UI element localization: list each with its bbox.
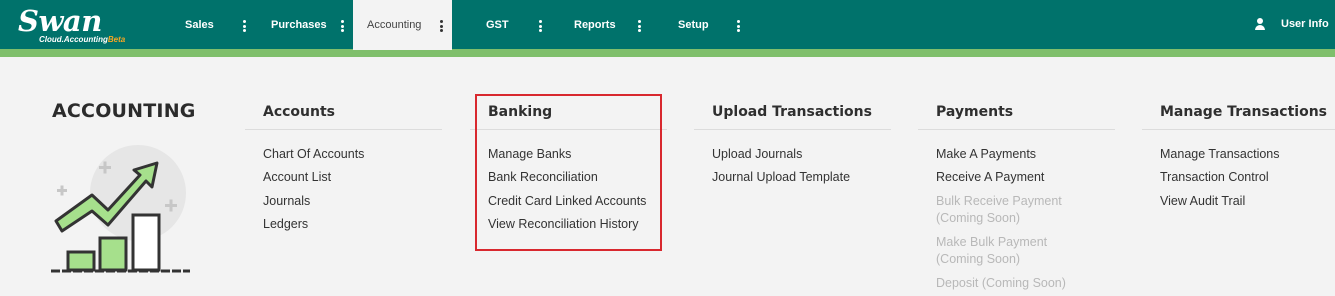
link-make-a-payments[interactable]: Make A Payments <box>936 143 1115 166</box>
link-ledgers[interactable]: Ledgers <box>263 213 442 236</box>
user-info-label: User Info <box>1281 18 1329 30</box>
link-upload-journals[interactable]: Upload Journals <box>712 143 891 166</box>
logo-wordmark: Swan <box>18 4 102 38</box>
menu-upload-transactions: Upload Transactions Upload Journals Jour… <box>694 100 891 190</box>
nav-accounting-label: Accounting <box>367 19 422 31</box>
link-make-bulk-payment-disabled: Make Bulk Payment (Coming Soon) <box>936 234 1048 267</box>
manage-transactions-header: Manage Transactions <box>1142 100 1335 130</box>
menu-payments: Payments Make A Payments Receive A Payme… <box>918 100 1115 296</box>
swan-logo[interactable]: Swan Cloud.AccountingBeta <box>10 4 130 46</box>
menu-accounts: Accounts Chart Of Accounts Account List … <box>245 100 442 236</box>
kebab-menu-icon[interactable] <box>735 20 741 32</box>
page-title: ACCOUNTING <box>52 100 196 122</box>
link-manage-transactions[interactable]: Manage Transactions <box>1160 143 1335 166</box>
link-chart-of-accounts[interactable]: Chart Of Accounts <box>263 143 442 166</box>
link-journals[interactable]: Journals <box>263 190 442 213</box>
kebab-menu-icon[interactable] <box>438 20 444 32</box>
nav-setup-label: Setup <box>678 19 709 31</box>
user-info-menu[interactable]: User Info <box>1254 18 1329 30</box>
logo-tagline: Cloud.AccountingBeta <box>39 35 126 44</box>
banking-highlight-box <box>475 94 662 251</box>
nav-sales[interactable]: Sales <box>185 0 214 50</box>
nav-reports-label: Reports <box>574 19 616 31</box>
nav-setup[interactable]: Setup <box>678 0 709 50</box>
menu-manage-transactions: Manage Transactions Manage Transactions … <box>1142 100 1335 213</box>
nav-gst-label: GST <box>486 19 509 31</box>
link-account-list[interactable]: Account List <box>263 166 442 189</box>
payments-header: Payments <box>918 100 1115 130</box>
link-receive-a-payment[interactable]: Receive A Payment <box>936 166 1115 189</box>
link-deposit-disabled: Deposit (Coming Soon) <box>936 275 1066 290</box>
kebab-menu-icon[interactable] <box>636 20 642 32</box>
growth-chart-illustration <box>51 145 190 273</box>
nav-gst[interactable]: GST <box>486 0 509 50</box>
upload-transactions-header: Upload Transactions <box>694 100 891 130</box>
link-view-audit-trail[interactable]: View Audit Trail <box>1160 190 1335 213</box>
kebab-menu-icon[interactable] <box>339 20 345 32</box>
nav-purchases-label: Purchases <box>271 19 327 31</box>
kebab-menu-icon[interactable] <box>537 20 543 32</box>
nav-purchases[interactable]: Purchases <box>271 0 327 50</box>
link-journal-upload-template[interactable]: Journal Upload Template <box>712 166 891 189</box>
user-icon <box>1254 18 1266 30</box>
accent-line <box>0 49 1335 57</box>
link-transaction-control[interactable]: Transaction Control <box>1160 166 1335 189</box>
nav-reports[interactable]: Reports <box>574 0 616 50</box>
link-bulk-receive-payment-disabled: Bulk Receive Payment (Coming Soon) <box>936 193 1062 226</box>
accounts-header: Accounts <box>245 100 442 130</box>
nav-sales-label: Sales <box>185 19 214 31</box>
kebab-menu-icon[interactable] <box>241 20 247 32</box>
